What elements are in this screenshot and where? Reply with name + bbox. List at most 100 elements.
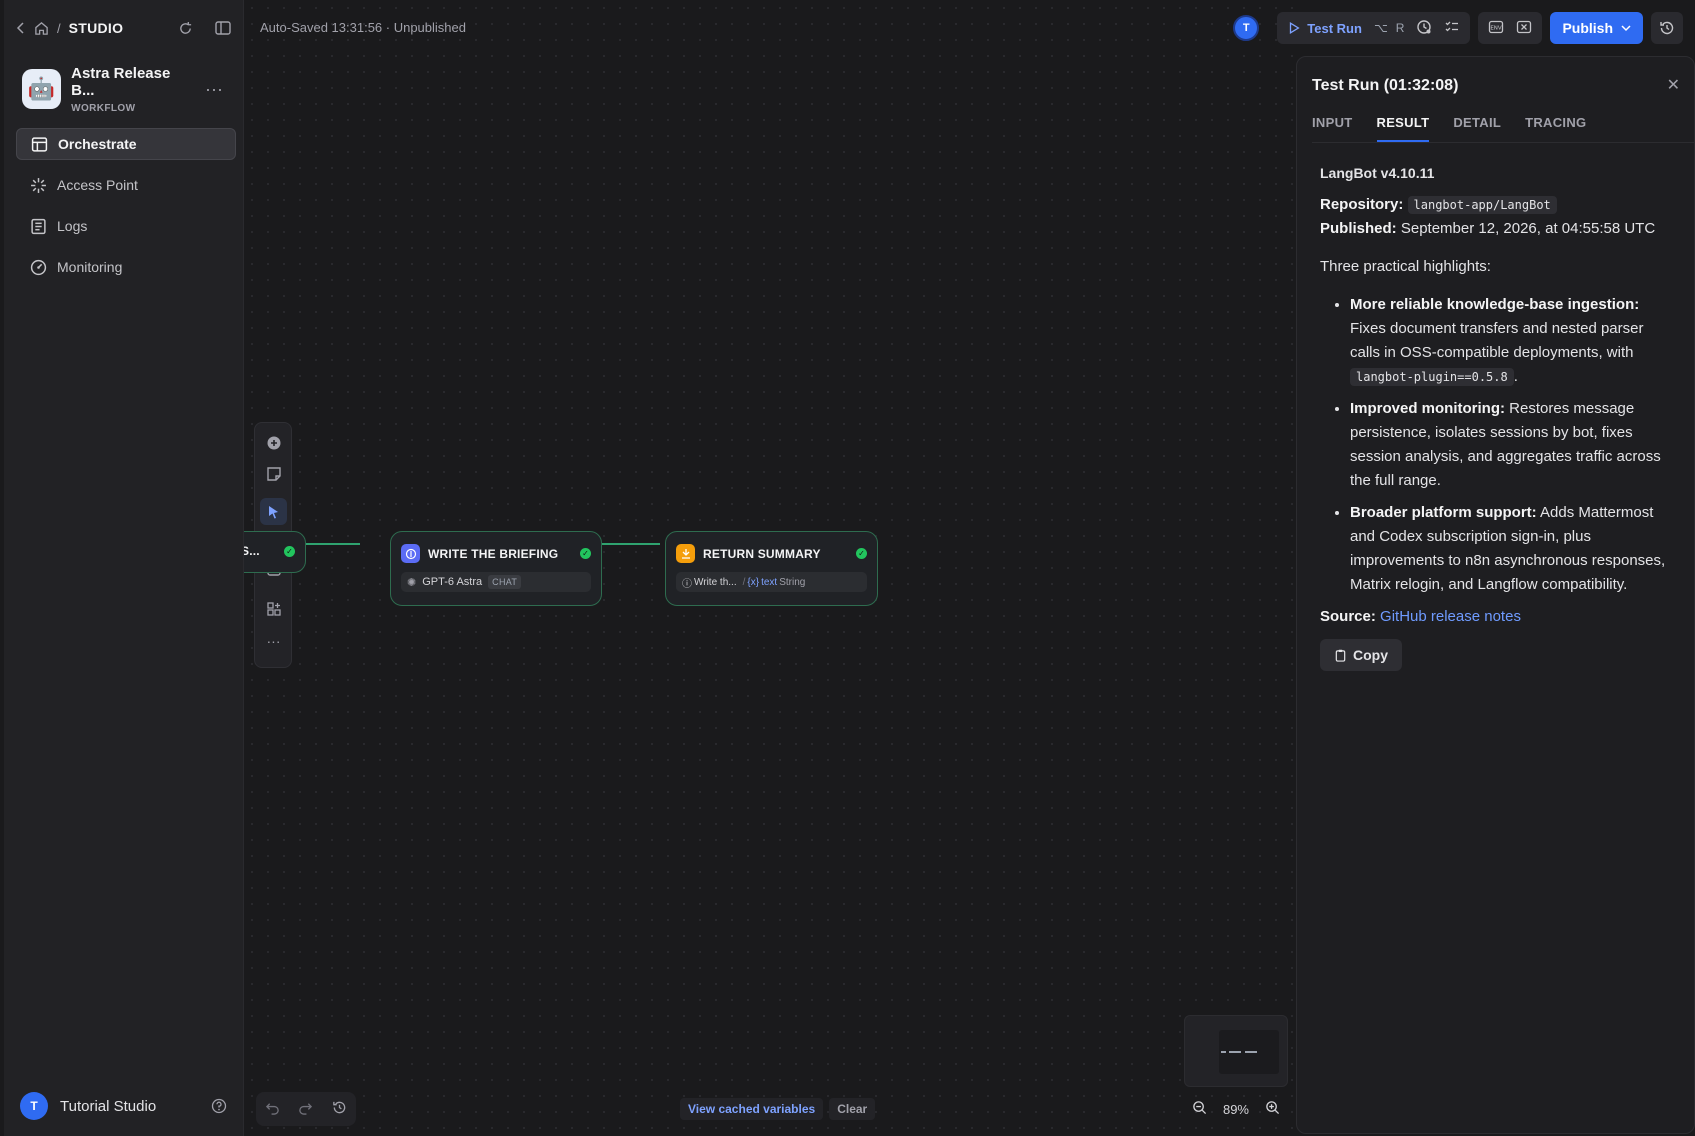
- edge-start-to-briefing: [304, 543, 360, 545]
- edge-briefing-to-summary: [602, 543, 660, 545]
- result-content: LangBot v4.10.11 Repository: langbot-app…: [1320, 161, 1676, 671]
- model-mode-badge: CHAT: [488, 575, 522, 589]
- version-history-button[interactable]: [1651, 12, 1683, 44]
- node-title: WRITE THE BRIEFING: [428, 546, 559, 561]
- test-run-label: Test Run: [1307, 20, 1362, 36]
- result-version: LangBot v4.10.11: [1320, 165, 1435, 181]
- result-source: Source: GitHub release notes: [1320, 605, 1676, 629]
- clear-cache-button[interactable]: Clear: [829, 1098, 876, 1120]
- zoom-out-icon[interactable]: [1192, 1100, 1207, 1118]
- plus-circle-icon: [267, 436, 280, 449]
- pointer-tool[interactable]: [260, 498, 287, 525]
- history-controls: [256, 1092, 356, 1126]
- tab-detail[interactable]: DETAIL: [1453, 115, 1501, 142]
- add-note-button[interactable]: [260, 460, 287, 487]
- sidebar-item-orchestrate[interactable]: Orchestrate: [16, 128, 236, 160]
- cursor-icon: [268, 505, 278, 518]
- variable-type: String: [779, 576, 806, 588]
- minimap[interactable]: [1184, 1015, 1288, 1087]
- undo-icon[interactable]: [265, 1100, 280, 1118]
- cached-variables-bar: View cached variables Clear: [680, 1098, 876, 1120]
- variable-separator: /: [742, 576, 746, 588]
- more-options-icon[interactable]: ···: [205, 79, 231, 100]
- highlights-list: More reliable knowledge-base ingestion: …: [1350, 293, 1676, 597]
- tab-tracing[interactable]: TRACING: [1525, 115, 1586, 142]
- sidebar: / STUDIO 🤖 Astra Release B... WORKFLOW ·…: [4, 0, 244, 1136]
- source-link[interactable]: GitHub release notes: [1380, 608, 1521, 625]
- breadcrumb-studio[interactable]: STUDIO: [69, 20, 124, 36]
- redo-icon[interactable]: [298, 1100, 313, 1118]
- history-icon[interactable]: [332, 1100, 347, 1118]
- history-icon: [1660, 21, 1674, 35]
- add-node-button[interactable]: [260, 429, 287, 456]
- zoom-in-icon[interactable]: [1265, 1100, 1280, 1118]
- home-icon[interactable]: [34, 21, 49, 36]
- refresh-icon[interactable]: [178, 21, 193, 36]
- env-icon[interactable]: ENV: [1488, 19, 1504, 38]
- view-cached-variables-button[interactable]: View cached variables: [680, 1098, 824, 1120]
- highlight-title: Broader platform support:: [1350, 504, 1537, 521]
- checklist-icon[interactable]: [1444, 19, 1460, 38]
- panel-tabs: INPUT RESULT DETAIL TRACING: [1312, 115, 1694, 143]
- highlight-suffix: .: [1513, 368, 1518, 385]
- chevron-left-icon[interactable]: [16, 22, 26, 34]
- sidebar-item-monitoring[interactable]: Monitoring: [16, 251, 236, 283]
- more-horizontal-icon: ···: [266, 632, 281, 649]
- output-variable[interactable]: ⓘ Write th... / {x} text String: [676, 572, 867, 592]
- variable-prefix: {x}: [747, 576, 760, 588]
- minimap-node: [1229, 1051, 1241, 1053]
- app-avatar: 🤖: [22, 69, 62, 109]
- success-check-icon: ✓: [580, 548, 591, 559]
- close-icon[interactable]: ✕: [1667, 75, 1680, 95]
- success-check-icon: ✓: [284, 545, 295, 557]
- app-card[interactable]: 🤖 Astra Release B... WORKFLOW ···: [22, 65, 231, 114]
- autosave-status: Auto-Saved 13:31:56 · Unpublished: [260, 20, 466, 35]
- node-write-the-briefing[interactable]: WRITE THE BRIEFING ✓ ✺ GPT-6 Astra CHAT: [390, 531, 602, 606]
- user-menu[interactable]: T Tutorial Studio: [20, 1090, 227, 1122]
- user-avatar: T: [20, 1092, 48, 1120]
- breadcrumb-separator: /: [57, 20, 61, 36]
- sidebar-item-logs[interactable]: Logs: [16, 210, 236, 242]
- node-return-summary[interactable]: RETURN SUMMARY ✓ ⓘ Write th... / {x} tex…: [665, 531, 878, 606]
- copy-button[interactable]: Copy: [1320, 639, 1402, 671]
- variable-source-icon: ⓘ: [682, 578, 692, 590]
- sidebar-item-label: Monitoring: [57, 259, 123, 275]
- node-title: RETURN SUMMARY: [703, 546, 821, 561]
- sidebar-toggle-icon[interactable]: [215, 21, 231, 35]
- zoom-level[interactable]: 89%: [1223, 1102, 1249, 1117]
- play-icon: [1290, 22, 1300, 34]
- logs-icon: [31, 218, 46, 234]
- result-intro: Three practical highlights:: [1320, 258, 1491, 275]
- highlight-title: More reliable knowledge-base ingestion:: [1350, 296, 1640, 313]
- model-provider-icon: ✺: [407, 576, 417, 589]
- node-title: S...: [244, 544, 260, 558]
- user-name: Tutorial Studio: [60, 1097, 157, 1115]
- chevron-down-icon: [1621, 25, 1631, 32]
- list-item: Improved monitoring: Restores message pe…: [1350, 397, 1676, 493]
- env-tools-group: ENV: [1478, 12, 1543, 44]
- sidebar-nav: Orchestrate Access Point Logs Monitoring: [16, 128, 236, 292]
- sidebar-item-access-point[interactable]: Access Point: [16, 169, 236, 201]
- sidebar-item-label: Logs: [57, 218, 88, 234]
- note-icon: [266, 466, 281, 481]
- variable-source: Write th...: [694, 576, 737, 588]
- monitoring-icon: [30, 259, 47, 275]
- grid-icon: [266, 601, 281, 616]
- panel-title: Test Run (01:32:08): [1312, 77, 1459, 94]
- minimap-node: [1245, 1051, 1257, 1053]
- tab-result[interactable]: RESULT: [1376, 115, 1430, 142]
- variables-icon[interactable]: [1516, 19, 1532, 38]
- workflow-canvas[interactable]: Auto-Saved 13:31:56 · Unpublished ··· S.…: [244, 0, 1295, 1136]
- collaborator-avatar[interactable]: T: [1233, 15, 1260, 41]
- more-tools-button[interactable]: ···: [260, 627, 287, 654]
- test-run-button[interactable]: Test Run: [1287, 21, 1362, 36]
- run-history-icon[interactable]: [1416, 19, 1432, 38]
- tab-input[interactable]: INPUT: [1312, 115, 1353, 142]
- organize-button[interactable]: [260, 595, 287, 622]
- shortcut-modifier: ⌥: [1373, 21, 1388, 35]
- model-name: GPT-6 Astra: [422, 576, 483, 588]
- node-start[interactable]: S... ✓: [244, 531, 306, 573]
- model-selector[interactable]: ✺ GPT-6 Astra CHAT: [401, 572, 591, 592]
- publish-button[interactable]: Publish: [1550, 12, 1643, 44]
- help-icon[interactable]: [211, 1098, 227, 1114]
